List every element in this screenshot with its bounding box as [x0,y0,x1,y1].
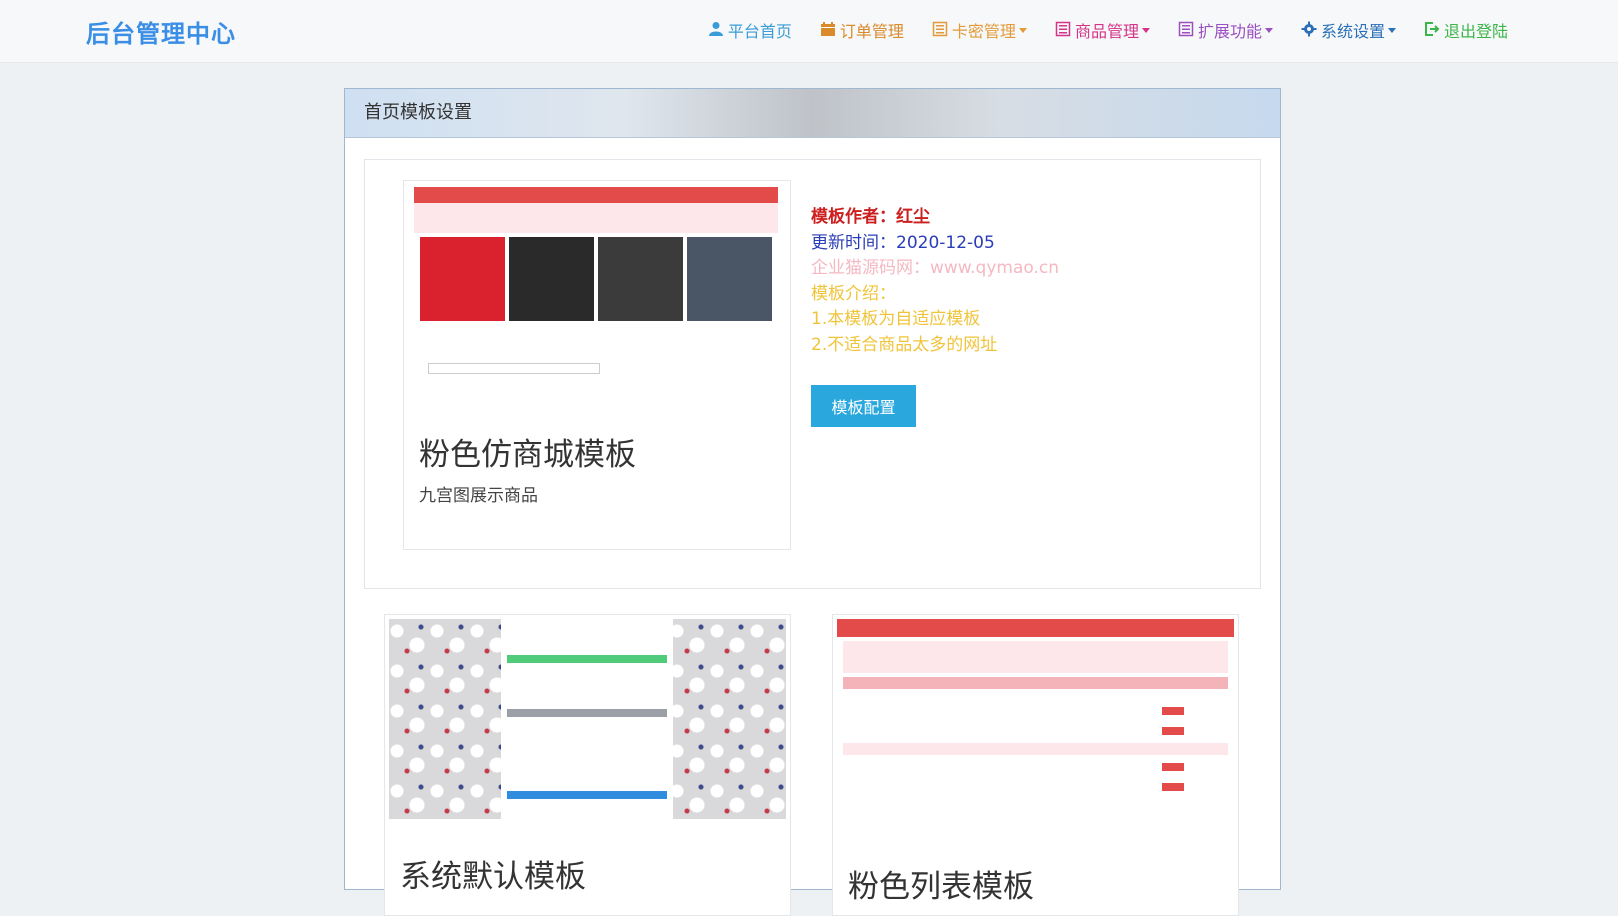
nav-item-extensions[interactable]: 扩展功能 [1178,18,1273,42]
nav-menu: 平台首页 订单管理 卡密管理 商品管理 扩展功能 系统设置 退出登陆 [708,18,1508,42]
chevron-down-icon [1387,27,1396,33]
author-value: 红尘 [896,207,930,227]
list-icon [1178,21,1194,40]
updated-label: 更新时间： [811,232,896,253]
template-card[interactable]: 系统默认模板 [384,614,791,916]
nav-item-home[interactable]: 平台首页 [708,18,792,42]
author-line: 模板作者：红尘 [811,205,1059,231]
intro-line: 1.本模板为自适应模板 [811,309,981,329]
nav-item-label: 商品管理 [1074,22,1139,41]
nav-item-label: 订单管理 [839,22,904,41]
intro-label: 模板介绍： [811,283,896,304]
nav-item-products[interactable]: 商品管理 [1055,18,1150,42]
author-label: 模板作者： [811,207,896,227]
calendar-icon [820,21,836,40]
list-icon [932,21,948,40]
template-config-button[interactable]: 模板配置 [811,385,916,427]
updated-value: 2020-12-05 [896,232,995,253]
user-icon [708,21,724,40]
nav-item-label: 系统设置 [1320,22,1385,41]
updated-line: 更新时间：2020-12-05 [811,231,1059,257]
gear-icon [1301,21,1317,40]
logout-icon [1424,21,1440,40]
template-thumbnail [389,619,786,819]
template-info: 模板作者：红尘 更新时间：2020-12-05 企业猫源码网：www.qymao… [811,205,1059,358]
list-icon [1055,21,1071,40]
top-navbar: 后台管理中心 平台首页 订单管理 卡密管理 商品管理 扩展功能 系统设置 退出登… [0,0,1618,63]
chevron-down-icon [1141,27,1150,33]
template-card[interactable]: 粉色仿商城模板 九宫图展示商品 [403,180,791,550]
template-name: 系统默认模板 [400,859,586,895]
watermark-text: 企业猫源码网：www.qymao.cn [811,258,1060,278]
nav-item-logout[interactable]: 退出登陆 [1424,18,1508,42]
brand-title[interactable]: 后台管理中心 [86,14,236,49]
nav-item-label: 卡密管理 [951,22,1016,41]
nav-item-label: 平台首页 [727,22,792,41]
panel-title: 首页模板设置 [345,89,1280,138]
template-card[interactable]: 粉色列表模板 [832,614,1239,916]
nav-item-orders[interactable]: 订单管理 [820,18,904,42]
nav-item-label: 扩展功能 [1197,22,1262,41]
template-thumbnail [414,187,778,393]
chevron-down-icon [1018,27,1027,33]
nav-item-settings[interactable]: 系统设置 [1301,18,1396,42]
template-description: 九宫图展示商品 [419,486,538,506]
template-thumbnail [837,619,1234,834]
nav-item-cards[interactable]: 卡密管理 [932,18,1027,42]
nav-item-label: 退出登陆 [1443,22,1508,41]
intro-line: 2.不适合商品太多的网址 [811,334,998,355]
template-name: 粉色仿商城模板 [419,437,636,473]
chevron-down-icon [1264,27,1273,33]
